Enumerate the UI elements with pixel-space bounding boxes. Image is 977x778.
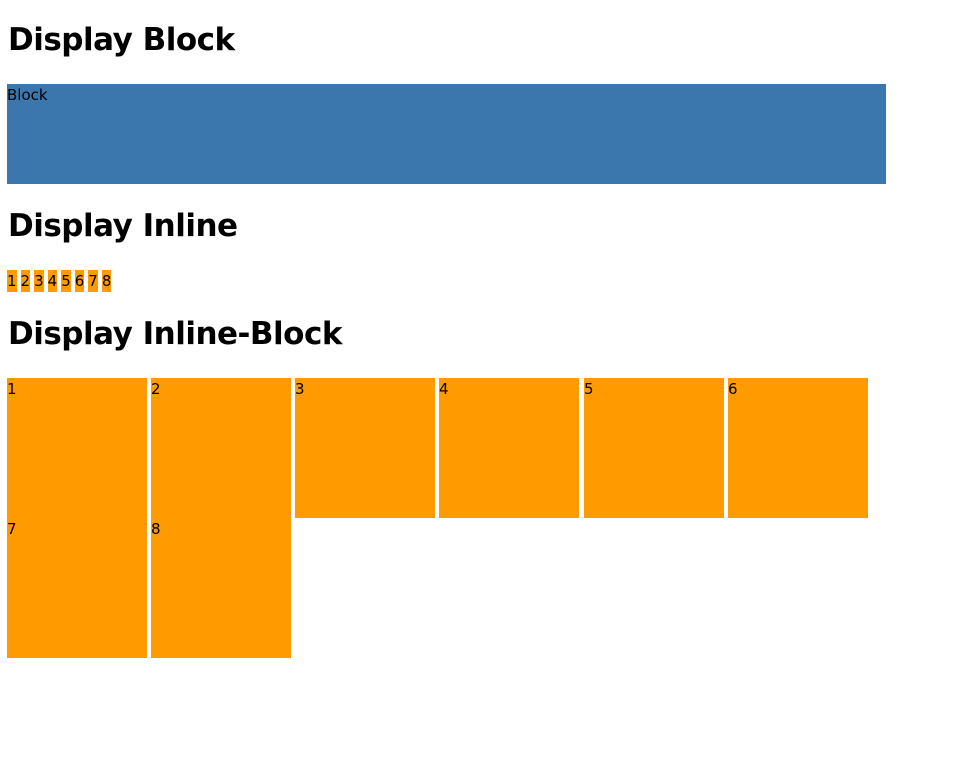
inline-item: 3 — [34, 270, 44, 292]
inline-block-item: 5 — [584, 378, 724, 518]
inline-item: 7 — [88, 270, 98, 292]
inline-block-item: 4 — [439, 378, 579, 518]
heading-display-inline: Display Inline — [8, 208, 238, 244]
inline-block-item: 7 — [7, 518, 147, 658]
inline-item: 6 — [74, 270, 85, 292]
heading-display-block: Display Block — [8, 22, 235, 58]
inline-block-item: 6 — [728, 378, 868, 518]
inline-item: 1 — [7, 270, 17, 292]
inline-item: 4 — [47, 270, 58, 292]
block-box: Block — [7, 84, 886, 184]
inline-item: 5 — [61, 270, 71, 292]
inline-block-item: 8 — [151, 518, 291, 658]
heading-display-inline-block: Display Inline-Block — [8, 316, 342, 352]
inline-item: 2 — [20, 270, 31, 292]
page: Display Block Block Display Inline 12345… — [0, 0, 977, 778]
inline-item: 8 — [101, 270, 112, 292]
inline-row: 12345678 — [7, 270, 115, 292]
inline-block-item: 3 — [295, 378, 435, 518]
